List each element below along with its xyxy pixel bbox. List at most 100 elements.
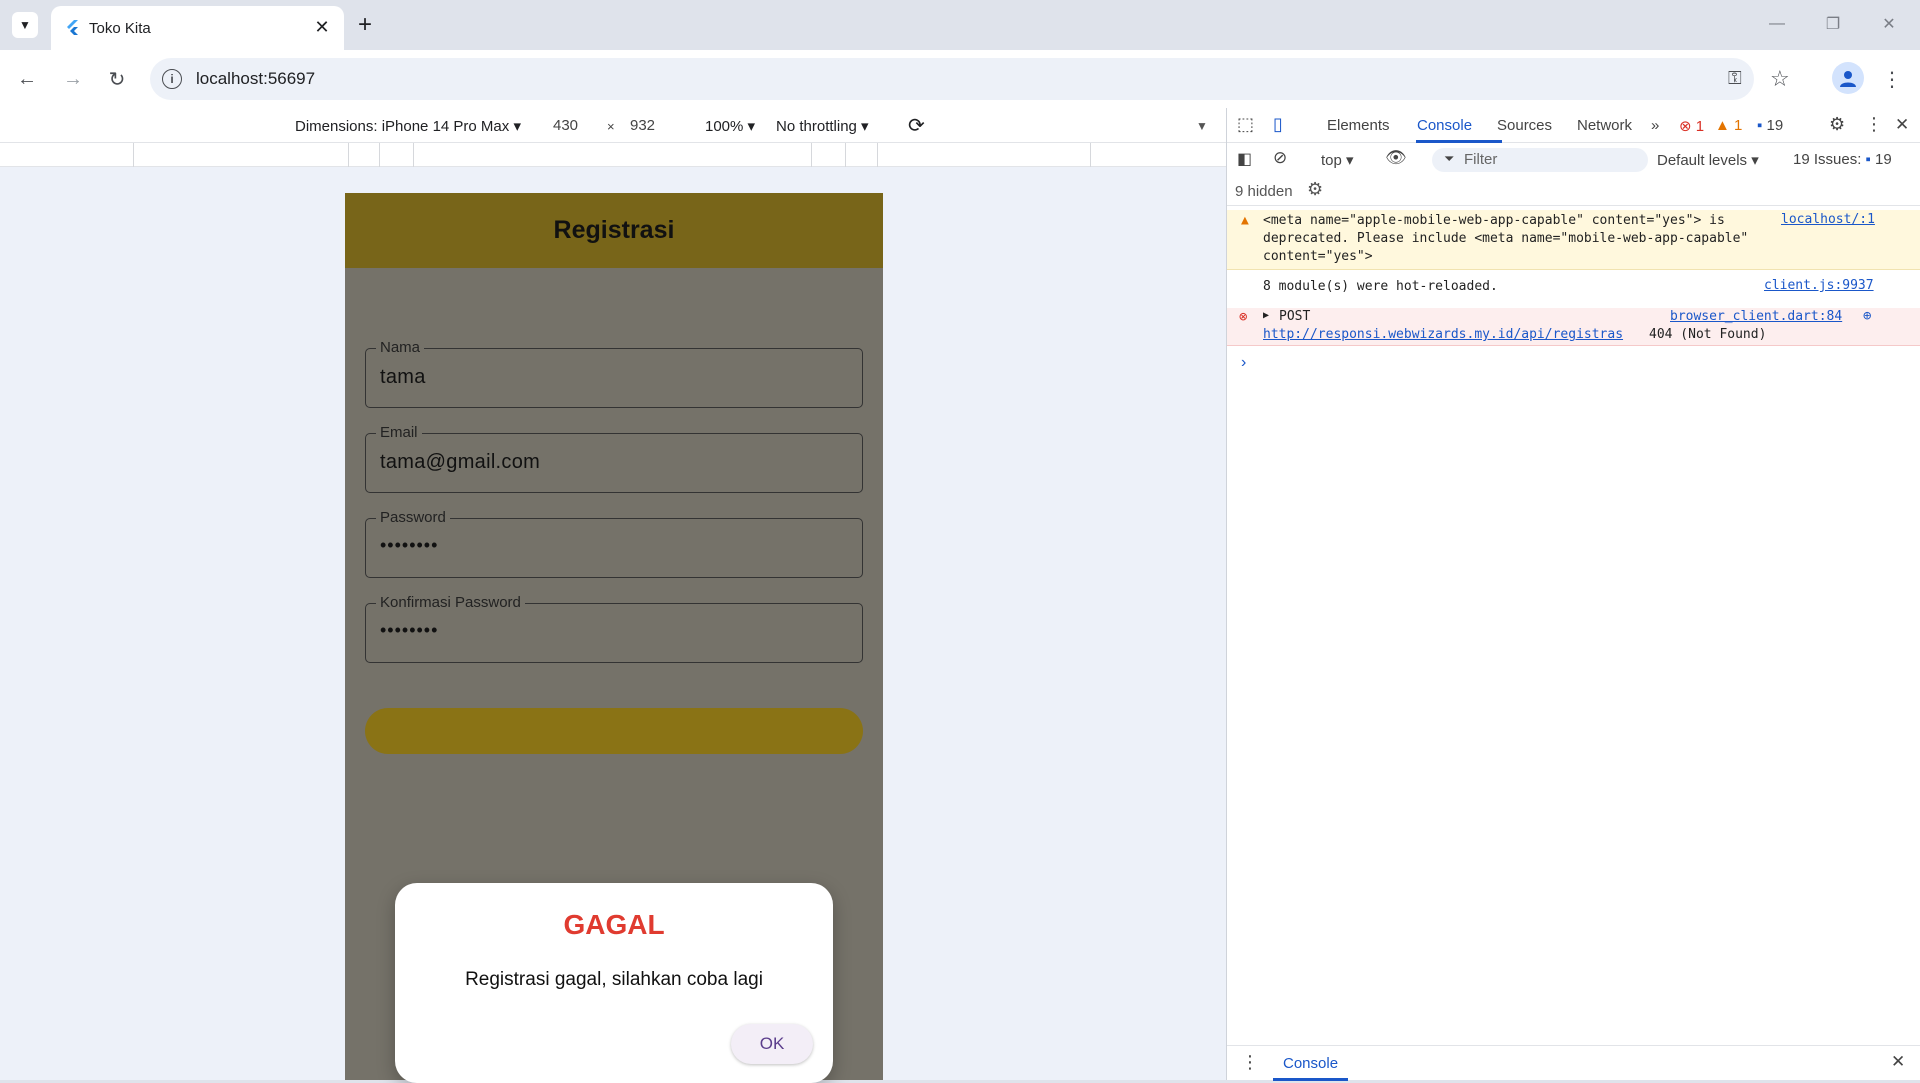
info-source-link[interactable]: client.js:9937 [1764,278,1874,293]
clear-console-icon[interactable]: ⊘ [1273,148,1287,168]
warning-text: <meta name="apple-mobile-web-app-capable… [1263,213,1749,264]
tab-network[interactable]: Network [1577,117,1632,134]
more-tabs-icon[interactable]: » [1651,117,1659,134]
sidebar-toggle-icon[interactable]: ◧ [1237,149,1252,169]
dialog-ok-button[interactable]: OK [731,1024,813,1064]
filter-placeholder: Filter [1464,151,1498,168]
rotate-icon[interactable]: ⟳ [908,113,925,138]
error-url-link[interactable]: http://responsi.webwizards.my.id/api/reg… [1263,327,1623,342]
url-text[interactable]: localhost:56697 [196,69,315,89]
log-levels-select[interactable]: Default levels ▾ [1657,151,1759,169]
console-prompt-icon[interactable]: › [1241,354,1246,372]
confirm-password-field[interactable]: Konfirmasi Password •••••••• [365,594,863,663]
device-dimensions-select[interactable]: Dimensions: iPhone 14 Pro Max ▾ [295,117,521,135]
devtools-drawer: ⋮ Console ✕ [1227,1045,1920,1081]
devtools-tabbar: ⬚ ▯ Elements Console Sources Network » ⊗… [1227,108,1920,143]
device-width-input[interactable]: 430 [553,117,578,134]
password-label: Password [376,509,450,526]
nama-field[interactable]: Nama tama [365,339,863,408]
tab-sources[interactable]: Sources [1497,117,1552,134]
drawer-close-icon[interactable]: ✕ [1891,1052,1905,1072]
message-count-badge[interactable]: ▪ 19 [1757,117,1783,134]
console-filter-input[interactable]: ⏷ Filter [1432,148,1648,172]
dimension-times: × [607,119,615,134]
password-field[interactable]: Password •••••••• [365,509,863,578]
info-text: 8 module(s) were hot-reloaded. [1263,279,1498,294]
device-toggle-icon[interactable]: ▯ [1273,114,1283,135]
register-button[interactable] [365,708,863,754]
minimize-icon[interactable]: — [1762,10,1792,38]
window-close-icon[interactable]: ✕ [1874,10,1904,38]
drawer-tab-console[interactable]: Console [1273,1046,1349,1081]
zoom-select[interactable]: 100% ▾ [705,117,755,135]
filter-icon: ⏷ [1444,151,1455,166]
hidden-count: 9 hidden [1235,183,1293,200]
expand-triangle-icon[interactable]: ▶ [1263,310,1269,321]
error-dialog: GAGAL Registrasi gagal, silahkan coba la… [395,883,833,1083]
confirm-password-value: •••••••• [380,620,439,640]
forward-icon[interactable]: → [58,64,88,94]
app-bar: Registrasi [345,193,883,268]
tab-search-icon[interactable]: ▼ [12,12,38,38]
tab-title: Toko Kita [89,20,151,37]
media-query-ruler [0,143,1226,167]
app-title: Registrasi [553,216,675,244]
browser-menu-icon[interactable]: ⋮ [1882,64,1902,94]
error-source-link[interactable]: browser_client.dart:84 [1670,309,1842,324]
browser-tab[interactable]: Toko Kita ✕ [51,6,344,50]
new-tab-icon[interactable]: + [352,12,378,38]
email-label: Email [376,424,422,441]
email-field[interactable]: Email tama@gmail.com [365,424,863,493]
tab-strip: ▼ Toko Kita ✕ + — ❐ ✕ [0,0,1920,50]
device-height-input[interactable]: 932 [630,117,655,134]
inspect-element-icon[interactable]: ⬚ [1237,114,1254,135]
address-bar[interactable]: i localhost:56697 ⚿ ☆ [150,58,1790,100]
dialog-title: GAGAL [563,909,665,940]
issues-counter[interactable]: 19 Issues: ▪ 19 [1793,151,1892,168]
confirm-password-label: Konfirmasi Password [376,594,525,611]
password-value: •••••••• [380,535,439,555]
console-error-message: ⊗ ▶ POST browser_client.dart:84 ⊕ http:/… [1227,308,1920,346]
profile-avatar-icon[interactable] [1832,62,1864,94]
drawer-menu-icon[interactable]: ⋮ [1241,1052,1259,1073]
email-value: tama@gmail.com [380,451,541,473]
nama-label: Nama [376,339,425,356]
back-icon[interactable]: ← [12,64,42,94]
network-request-icon[interactable]: ⊕ [1863,308,1871,324]
devtools-settings-icon[interactable]: ⚙ [1829,114,1845,135]
site-info-icon[interactable]: i [162,69,182,89]
active-tab-indicator [1416,140,1502,143]
restore-icon[interactable]: ❐ [1818,10,1848,38]
devtools-panel: ⬚ ▯ Elements Console Sources Network » ⊗… [1226,108,1920,1081]
devtools-menu-icon[interactable]: ⋮ [1865,114,1883,135]
hidden-messages-row: 9 hidden ⚙ [1227,176,1920,206]
console-warning-message: ▲ <meta name="apple-mobile-web-app-capab… [1227,210,1920,270]
devtools-close-icon[interactable]: ✕ [1895,115,1909,135]
error-icon: ⊗ [1239,309,1248,325]
console-info-message: 8 module(s) were hot-reloaded. client.js… [1227,274,1920,300]
tab-console[interactable]: Console [1417,117,1472,134]
browser-toolbar: ← → ↻ i localhost:56697 ⚿ ☆ ⋮ [0,50,1920,108]
warning-icon: ▲ [1241,213,1249,228]
error-count-badge[interactable]: ⊗ 1 [1679,117,1704,135]
reload-icon[interactable]: ↻ [102,64,132,94]
device-toolbar: Dimensions: iPhone 14 Pro Max ▾ 430 × 93… [0,108,1226,143]
flutter-favicon-icon [67,20,78,35]
device-options-icon[interactable]: ▼ [1196,119,1208,133]
dialog-message: Registrasi gagal, silahkan coba lagi [465,969,763,990]
console-filter-bar: ◧ ⊘ top ▾ 👁 ⏷ Filter Default levels ▾ 19… [1227,144,1920,176]
warning-count-badge[interactable]: ▲ 1 [1715,117,1742,134]
throttling-select[interactable]: No throttling ▾ [776,117,869,135]
password-key-icon[interactable]: ⚿ [1728,68,1742,89]
error-method: POST [1279,309,1311,324]
device-viewport: Registrasi Nama tama Email tama@gmail.co… [0,167,1226,1083]
tab-close-icon[interactable]: ✕ [311,16,333,38]
tab-elements[interactable]: Elements [1327,117,1390,134]
live-expression-eye-icon[interactable]: 👁 [1385,148,1407,168]
console-settings-icon[interactable]: ⚙ [1307,179,1323,200]
bookmark-star-icon[interactable]: ☆ [1770,66,1790,92]
nama-value: tama [380,366,426,388]
context-select[interactable]: top ▾ [1321,151,1354,169]
warning-source-link[interactable]: localhost/:1 [1781,212,1875,227]
error-status: 404 (Not Found) [1649,327,1767,342]
